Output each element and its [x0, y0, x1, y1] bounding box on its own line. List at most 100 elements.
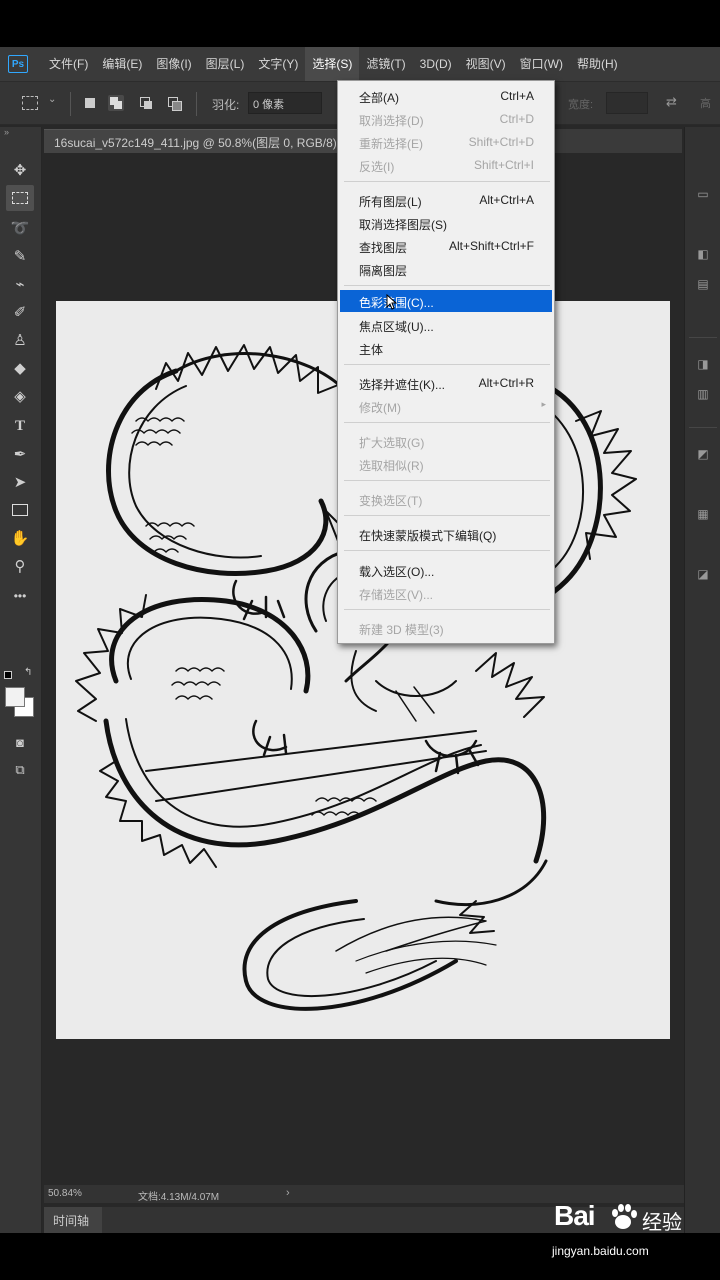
subtract-selection-icon[interactable] — [138, 95, 154, 111]
type-tool-icon[interactable]: T — [6, 413, 34, 439]
toolbox: » ✥ ➰ ✎ ⌁ ✐ ♙ ◆ ◈ T ✒ ➤ ✋ ⚲ ••• ↰ ◙ ⧉ — [0, 127, 42, 1233]
libraries-icon[interactable]: ◪ — [693, 567, 713, 585]
foreground-color-swatch[interactable] — [5, 687, 25, 707]
menu-file[interactable]: 文件(F) — [42, 47, 95, 81]
menu-item-transform-selection[interactable]: 变换选区(T) — [340, 488, 552, 510]
lasso-tool-icon[interactable]: ➰ — [6, 215, 34, 241]
menu-separator — [344, 364, 550, 365]
marquee-preset-icon[interactable] — [22, 96, 38, 110]
quick-mask-icon[interactable]: ◙ — [6, 729, 34, 755]
status-menu-arrow[interactable]: › — [286, 1187, 290, 1199]
move-tool-icon[interactable]: ✥ — [6, 157, 34, 183]
ps-logo-icon[interactable]: Ps — [8, 55, 28, 73]
menu-item-load-selection[interactable]: 载入选区(O)... — [340, 559, 552, 581]
height-label-icon: 高 — [700, 98, 711, 110]
menu-separator — [344, 285, 550, 286]
baidu-jingyan-watermark: Bai 经验 jingyan.baidu.com — [552, 1200, 712, 1270]
feather-input[interactable]: 0 像素 — [248, 92, 322, 114]
paint-bucket-tool-icon[interactable]: ◈ — [6, 383, 34, 409]
chevron-down-icon[interactable]: ⌄ — [48, 94, 56, 105]
layers-icon[interactable]: ◨ — [693, 357, 713, 375]
menu-select[interactable]: 选择(S) — [305, 47, 360, 81]
channels-icon[interactable]: ▥ — [693, 387, 713, 405]
menu-separator — [344, 181, 550, 182]
intersect-selection-icon[interactable] — [166, 95, 182, 111]
divider — [196, 92, 197, 116]
menu-item-focus-area[interactable]: 焦点区域(U)... — [340, 314, 552, 336]
menu-item-similar[interactable]: 选取相似(R) — [340, 453, 552, 475]
watermark-url: jingyan.baidu.com — [552, 1244, 649, 1258]
stamp-tool-icon[interactable]: ♙ — [6, 327, 34, 353]
feather-label: 羽化: — [212, 98, 240, 112]
menu-item-inverse[interactable]: 反选(I) Shift+Ctrl+I — [340, 154, 552, 176]
menu-separator — [344, 515, 550, 516]
hand-tool-icon[interactable]: ✋ — [6, 525, 34, 551]
brush-tool-icon[interactable]: ✐ — [6, 299, 34, 325]
menu-item-quick-mask[interactable]: 在快速蒙版模式下编辑(Q) — [340, 523, 552, 545]
default-colors-icon[interactable] — [4, 671, 14, 681]
document-tab[interactable]: 16sucai_v572c149_411.jpg @ 50.8%(图层 0, R… — [44, 129, 340, 153]
adjustments-icon[interactable]: ▤ — [693, 277, 713, 295]
menu-item-color-range[interactable]: 色彩范围(C)... — [340, 290, 552, 312]
marquee-tool-icon[interactable] — [6, 185, 34, 211]
baidu-paw-icon — [612, 1204, 637, 1229]
menu-layer[interactable]: 图层(L) — [199, 47, 252, 81]
new-selection-icon[interactable] — [82, 95, 98, 111]
width-input[interactable] — [606, 92, 648, 114]
screen-mode-icon[interactable]: ⧉ — [6, 757, 34, 783]
menu-separator — [344, 550, 550, 551]
eyedropper-tool-icon[interactable]: ⌁ — [6, 271, 34, 297]
menu-item-select-and-mask[interactable]: 选择并遮住(K)... Alt+Ctrl+R — [340, 372, 552, 394]
zoom-tool-icon[interactable]: ⚲ — [6, 553, 34, 579]
zoom-level[interactable]: 50.84% — [48, 1188, 82, 1199]
select-menu-dropdown: 全部(A) Ctrl+A 取消选择(D) Ctrl+D 重新选择(E) Shift+C… — [337, 80, 555, 644]
menu-item-all-layers[interactable]: 所有图层(L) Alt+Ctrl+A — [340, 189, 552, 211]
photoshop-window: Ps 文件(F) 编辑(E) 图像(I) 图层(L) 文字(Y) 选择(S) 滤… — [0, 47, 720, 1233]
add-to-selection-icon[interactable] — [108, 95, 124, 111]
submenu-arrow-icon: ▸ — [541, 399, 546, 409]
pen-tool-icon[interactable]: ✒ — [6, 441, 34, 467]
menu-separator — [344, 609, 550, 610]
menu-view[interactable]: 视图(V) — [459, 47, 513, 81]
collapse-icon[interactable]: » — [4, 127, 9, 137]
divider — [70, 92, 71, 116]
menu-image[interactable]: 图像(I) — [149, 47, 198, 81]
swap-colors-icon[interactable]: ↰ — [24, 667, 32, 678]
right-panel-dock: ▭ ◧ ▤ ◨ ▥ ◩ ▦ ◪ — [684, 127, 720, 1233]
swap-icon[interactable]: ⇄ — [666, 94, 677, 110]
eraser-tool-icon[interactable]: ◆ — [6, 355, 34, 381]
menu-bar: Ps 文件(F) 编辑(E) 图像(I) 图层(L) 文字(Y) 选择(S) 滤… — [0, 47, 720, 81]
menu-separator — [344, 480, 550, 481]
menu-item-isolate-layers[interactable]: 隔离图层 — [340, 258, 552, 280]
menu-filter[interactable]: 滤镜(T) — [359, 47, 412, 81]
quick-select-tool-icon[interactable]: ✎ — [6, 243, 34, 269]
path-select-tool-icon[interactable]: ➤ — [6, 469, 34, 495]
tab-timeline[interactable]: 时间轴 — [44, 1207, 102, 1233]
watermark-brand: Bai — [554, 1200, 596, 1231]
properties-icon[interactable]: ◧ — [693, 247, 713, 265]
menu-type[interactable]: 文字(Y) — [251, 47, 305, 81]
menu-item-deselect[interactable]: 取消选择(D) Ctrl+D — [340, 108, 552, 130]
menu-help[interactable]: 帮助(H) — [570, 47, 625, 81]
menu-item-reselect[interactable]: 重新选择(E) Shift+Ctrl+D — [340, 131, 552, 153]
swatches-icon[interactable]: ▦ — [693, 507, 713, 525]
menu-item-save-selection[interactable]: 存储选区(V)... — [340, 582, 552, 604]
menu-item-deselect-layers[interactable]: 取消选择图层(S) — [340, 212, 552, 234]
menu-3d[interactable]: 3D(D) — [413, 47, 459, 81]
menu-item-grow[interactable]: 扩大选取(G) — [340, 430, 552, 452]
menu-edit[interactable]: 编辑(E) — [95, 47, 149, 81]
menu-item-modify[interactable]: 修改(M) ▸ — [340, 395, 552, 417]
menu-item-subject[interactable]: 主体 — [340, 337, 552, 359]
more-tools-icon[interactable]: ••• — [6, 583, 34, 609]
menu-item-find-layers[interactable]: 查找图层 Alt+Shift+Ctrl+F — [340, 235, 552, 257]
menu-item-new-3d-model[interactable]: 新建 3D 模型(3) — [340, 617, 552, 639]
watermark-jingyan: 经验 — [642, 1212, 682, 1234]
document-size: 文档:4.13M/4.07M — [138, 1192, 220, 1203]
rectangle-tool-icon[interactable] — [6, 497, 34, 523]
divider — [689, 337, 717, 338]
paths-icon[interactable]: ◩ — [693, 447, 713, 465]
width-label: 宽度: — [568, 99, 594, 111]
menu-item-select-all[interactable]: 全部(A) Ctrl+A — [340, 85, 552, 107]
history-icon[interactable]: ▭ — [693, 187, 713, 205]
menu-window[interactable]: 窗口(W) — [513, 47, 570, 81]
